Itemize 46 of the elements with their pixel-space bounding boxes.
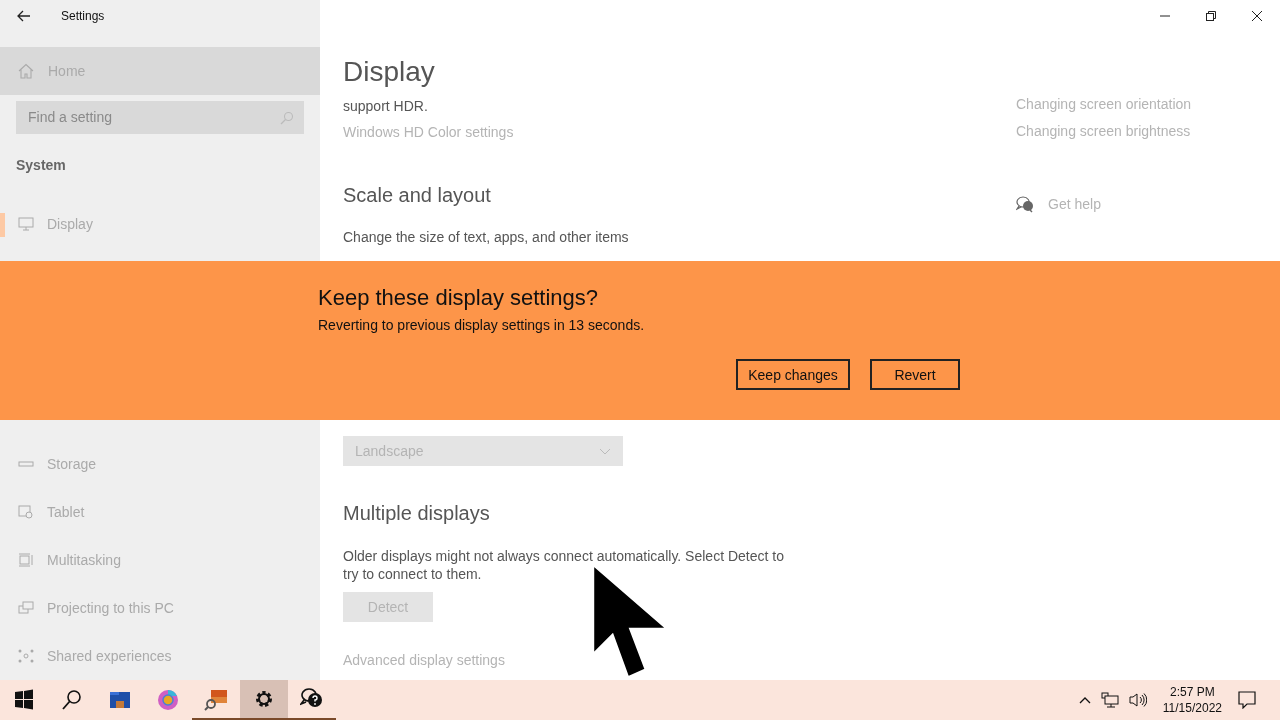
browser-icon <box>156 688 180 712</box>
help-chat-icon <box>1016 195 1034 213</box>
search-icon <box>280 110 294 125</box>
dialog-title: Keep these display settings? <box>318 284 600 312</box>
network-icon[interactable] <box>1100 692 1119 708</box>
advanced-display-link[interactable]: Advanced display settings <box>343 650 505 670</box>
sidebar-item[interactable]: Projecting to this PC <box>0 584 320 632</box>
section-heading: Multiple displays <box>343 501 490 526</box>
sidebar-item[interactable]: Multitasking <box>0 536 320 584</box>
section-heading: System <box>16 156 67 174</box>
search-icon <box>60 688 84 712</box>
multitasking-icon <box>18 553 34 567</box>
sidebar-item[interactable]: Tablet <box>0 488 320 536</box>
tablet-icon <box>18 505 34 519</box>
photo-viewer-icon <box>204 687 228 711</box>
section-heading: Scale and layout <box>343 183 491 208</box>
share-icon <box>18 649 34 663</box>
field-label: Change the size of text, apps, and other items <box>343 228 629 247</box>
window-title: Settings <box>61 8 105 23</box>
description-text: support HDR. <box>343 97 428 116</box>
clock[interactable]: 2:57 PM 11/15/2022 <box>1162 684 1222 716</box>
projector-icon <box>18 601 34 615</box>
sidebar-item[interactable]: Display <box>0 200 320 248</box>
keep-changes-button[interactable]: Keep changes <box>736 359 850 390</box>
dialog-message: Reverting to previous display settings in 13 seconds. <box>318 316 646 335</box>
monitor-icon <box>18 217 34 231</box>
taskbar-button[interactable] <box>240 680 288 720</box>
get-help-link[interactable]: Get help <box>1048 194 1101 214</box>
related-link[interactable]: Changing screen brightness <box>1016 121 1191 141</box>
close-icon[interactable] <box>1252 11 1262 21</box>
search-field[interactable]: Find a setting <box>16 100 304 134</box>
description-text: Older displays might not always connect automatically. Select Detect to try to connect to them. <box>343 547 785 583</box>
sidebar-item[interactable]: Shared experiences <box>0 632 320 680</box>
sidebar-item[interactable]: Storage <box>0 440 320 488</box>
chevron-down-icon <box>599 447 611 455</box>
hd-color-link[interactable]: Windows HD Color settings <box>343 122 514 142</box>
notifications-icon[interactable] <box>1238 691 1256 709</box>
page-title: Display <box>343 55 435 89</box>
home-icon <box>18 63 34 79</box>
related-link[interactable]: Changing screen orientation <box>1016 94 1192 114</box>
restore-icon[interactable] <box>1206 11 1216 21</box>
revert-button[interactable]: Revert <box>870 359 960 390</box>
chevron-up-icon[interactable] <box>1078 696 1091 704</box>
windows-logo-icon <box>12 688 36 712</box>
back-arrow-icon[interactable] <box>17 9 31 22</box>
speaker-icon[interactable] <box>1128 692 1147 708</box>
